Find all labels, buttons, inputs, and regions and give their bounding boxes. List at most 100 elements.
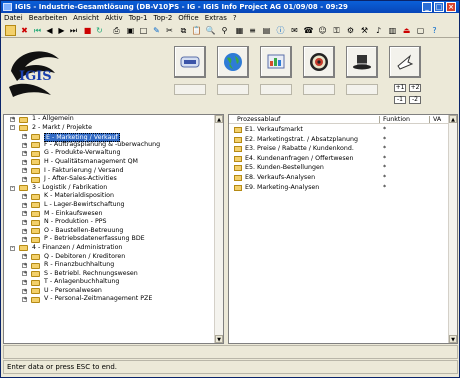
scroll-up-icon[interactable]: ▲ — [449, 115, 457, 123]
expand-icon[interactable]: + — [22, 219, 27, 225]
window-icon[interactable]: ▢ — [415, 25, 426, 36]
menu-aktiv[interactable]: Aktiv — [102, 13, 126, 24]
tree-item-label[interactable]: J - After-Sales-Activities — [44, 175, 117, 184]
print-icon[interactable]: ⎙ — [111, 25, 122, 36]
exit-icon[interactable]: ✖ — [19, 25, 30, 36]
process-label[interactable]: E2. Marketingstrat. / Absatzplanung — [245, 135, 358, 145]
expand-icon[interactable]: + — [22, 142, 27, 148]
tree-item-label[interactable]: T - Anlagenbuchhaltung — [44, 278, 119, 287]
pointer-button[interactable] — [389, 46, 421, 78]
process-row[interactable]: E8. Verkaufs-Analysen * — [229, 173, 450, 183]
process-label[interactable]: E3. Preise / Rabatte / Kundenkond. — [245, 144, 354, 154]
tree-item-label[interactable]: H - Qualitätsmanagement QM — [44, 158, 138, 167]
plus1-button[interactable]: +1 — [394, 84, 406, 92]
tree-row[interactable]: + U - Personalwesen — [4, 287, 215, 296]
mail-icon[interactable]: ✉ — [289, 25, 300, 36]
search-icon[interactable]: 🔍 — [205, 25, 216, 36]
tree-row[interactable]: + I - Fakturierung / Versand — [4, 167, 215, 176]
tree-row[interactable]: + F - Auftragsplanung & -überwachung — [4, 141, 215, 150]
tree-item-label[interactable]: G - Produkte-Verwaltung — [44, 149, 121, 158]
tree-row[interactable]: + S - Betriebl. Rechnungswesen — [4, 270, 215, 279]
calendar-icon[interactable]: ▦ — [234, 25, 245, 36]
info-icon[interactable]: ⓘ — [275, 25, 286, 36]
process-row[interactable]: E4. Kundenanfragen / Offertwesen * — [229, 154, 450, 164]
process-label[interactable]: E8. Verkaufs-Analysen — [245, 173, 315, 183]
tree-row[interactable]: + G - Produkte-Verwaltung — [4, 149, 215, 158]
filter-icon[interactable]: ⚲ — [219, 25, 230, 36]
tree-row[interactable]: + R - Finanzbuchhaltung — [4, 261, 215, 270]
collapse-icon[interactable]: - — [10, 125, 15, 131]
column-divider[interactable] — [429, 116, 430, 123]
expand-icon[interactable]: + — [22, 262, 27, 268]
expand-icon[interactable]: + — [10, 116, 15, 122]
new-icon[interactable]: □ — [138, 25, 149, 36]
tree-row[interactable]: + L - Lager-Bewirtschaftung — [4, 201, 215, 210]
expand-icon[interactable]: + — [22, 176, 27, 182]
expand-icon[interactable]: + — [22, 254, 27, 260]
menu-top2[interactable]: Top-2 — [151, 13, 176, 24]
scroll-up-icon[interactable]: ▲ — [215, 115, 223, 123]
note-icon[interactable]: ♪ — [373, 25, 384, 36]
tree-row[interactable]: + H - Qualitätsmanagement QM — [4, 158, 215, 167]
tree-row[interactable]: - 2 - Markt / Projekte — [4, 124, 215, 133]
first-icon[interactable]: ⏮ — [32, 25, 43, 36]
office-button[interactable] — [260, 46, 292, 78]
minimize-button[interactable]: _ — [422, 2, 432, 12]
expand-icon[interactable]: + — [22, 159, 27, 165]
exit-door-icon[interactable]: ⏏ — [401, 25, 412, 36]
process-row[interactable]: E2. Marketingstrat. / Absatzplanung * — [229, 135, 450, 145]
expand-icon[interactable]: + — [22, 237, 27, 243]
tree-item-label[interactable]: I - Fakturierung / Versand — [44, 167, 123, 176]
process-label[interactable]: E9. Marketing-Analysen — [245, 183, 319, 193]
process-scrollbar[interactable]: ▲ ▼ — [448, 115, 457, 343]
menu-ansicht[interactable]: Ansicht — [70, 13, 102, 24]
expand-icon[interactable]: + — [22, 228, 27, 234]
save-icon[interactable]: ▣ — [125, 25, 136, 36]
last-icon[interactable]: ⏭ — [68, 25, 79, 36]
list-icon[interactable]: ≡ — [247, 25, 258, 36]
expand-icon[interactable]: + — [22, 168, 27, 174]
expand-icon[interactable]: + — [22, 280, 27, 286]
tree-item-label[interactable]: Q - Debitoren / Kreditoren — [44, 253, 125, 262]
menu-bearbeiten[interactable]: Bearbeiten — [26, 13, 70, 24]
tree-item-label[interactable]: R - Finanzbuchhaltung — [44, 261, 114, 270]
tree-item-label[interactable]: 1 - Allgemein — [32, 115, 74, 124]
expand-icon[interactable]: + — [22, 297, 27, 303]
back-icon[interactable]: ◀ — [44, 25, 55, 36]
menu-office[interactable]: Office — [175, 13, 201, 24]
expand-icon[interactable]: + — [22, 133, 27, 139]
tree-item-label[interactable]: O - Baustellen-Betreuung — [44, 227, 123, 236]
tree-row[interactable]: +1 - Allgemein — [4, 115, 215, 124]
tree-row[interactable]: + K - Materialdisposition — [4, 192, 215, 201]
col-funktion[interactable]: Funktion — [383, 115, 410, 124]
target-button[interactable] — [303, 46, 335, 78]
scroll-down-icon[interactable]: ▼ — [215, 335, 223, 343]
expand-icon[interactable]: + — [22, 271, 27, 277]
col-va[interactable]: VA — [433, 115, 441, 124]
book-icon[interactable]: ▥ — [387, 25, 398, 36]
tree-item-label[interactable]: 4 - Finanzen / Administration — [32, 244, 122, 253]
tree-item-label[interactable]: P - Betriebsdatenerfassung BDE — [44, 235, 145, 244]
hat-button[interactable] — [346, 46, 378, 78]
tree-row[interactable]: + P - Betriebsdatenerfassung BDE — [4, 235, 215, 244]
scroll-down-icon[interactable]: ▼ — [449, 335, 457, 343]
tools-icon[interactable]: ⚒ — [359, 25, 370, 36]
tree-row[interactable]: + E - Marketing / Verkauf — [4, 132, 215, 142]
refresh-icon[interactable]: ↻ — [94, 25, 105, 36]
collapse-icon[interactable]: - — [10, 185, 15, 191]
expand-icon[interactable]: + — [22, 288, 27, 294]
tree-item-label[interactable]: M - Einkaufswesen — [44, 210, 102, 219]
phone-icon[interactable]: ☎ — [303, 25, 314, 36]
help-icon[interactable]: ? — [429, 25, 440, 36]
user-icon[interactable]: ☺ — [317, 25, 328, 36]
close-button[interactable]: × — [446, 2, 456, 12]
expand-icon[interactable]: + — [22, 211, 27, 217]
forward-icon[interactable]: ▶ — [56, 25, 67, 36]
plus2-button[interactable]: +2 — [409, 84, 421, 92]
tree-scrollbar[interactable]: ▲ ▼ — [214, 115, 223, 343]
maximize-button[interactable]: □ — [434, 2, 444, 12]
tree-item-label[interactable]: F - Auftragsplanung & -überwachung — [44, 141, 160, 150]
tree-item-label[interactable]: L - Lager-Bewirtschaftung — [44, 201, 125, 210]
menu-top1[interactable]: Top-1 — [126, 13, 151, 24]
expand-icon[interactable]: + — [22, 151, 27, 157]
